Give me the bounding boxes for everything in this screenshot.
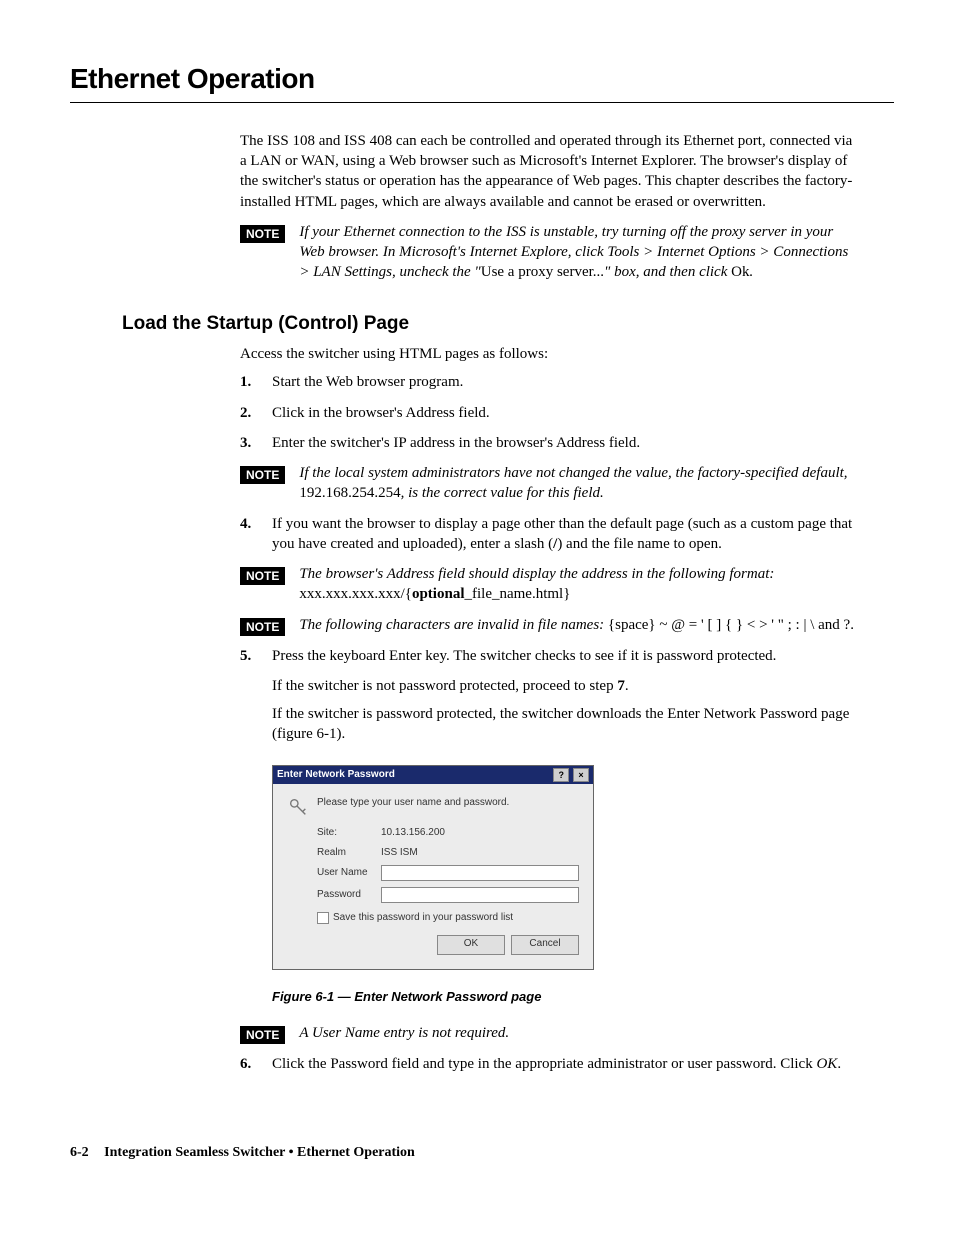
dialog-body: Please type your user name and password.… <box>273 784 593 969</box>
note-2: NOTE If the local system administrators … <box>240 463 854 504</box>
dialog-message: Please type your user name and password. <box>317 796 509 810</box>
steps-list-cont3: 6. Click the Password field and type in … <box>240 1054 854 1074</box>
horizontal-rule <box>70 102 894 103</box>
step-1: 1. Start the Web browser program. <box>240 372 854 392</box>
note-badge: NOTE <box>240 567 285 585</box>
ok-button[interactable]: OK <box>437 935 505 955</box>
cancel-button[interactable]: Cancel <box>511 935 579 955</box>
close-icon[interactable]: × <box>573 768 589 782</box>
dialog-titlebar: Enter Network Password ? × <box>273 766 593 785</box>
step-5: 5. Press the keyboard Enter key. The swi… <box>240 646 854 666</box>
note-body: If your Ethernet connection to the ISS i… <box>299 222 854 283</box>
dialog-title-text: Enter Network Password <box>277 768 395 782</box>
section-heading: Load the Startup (Control) Page <box>122 311 894 337</box>
note-badge: NOTE <box>240 225 285 243</box>
realm-value: ISS ISM <box>381 846 579 860</box>
note-5: NOTE A User Name entry is not required. <box>240 1023 854 1044</box>
checkbox-icon[interactable] <box>317 912 329 924</box>
step-4: 4. If you want the browser to display a … <box>240 514 854 555</box>
site-label: Site: <box>317 826 377 840</box>
password-dialog: Enter Network Password ? × Please type y… <box>272 765 594 970</box>
step-6: 6. Click the Password field and type in … <box>240 1054 854 1074</box>
save-password-checkbox[interactable]: Save this password in your password list <box>317 911 579 925</box>
footer-title: Integration Seamless Switcher • Ethernet… <box>104 1145 415 1160</box>
note-body: The following characters are invalid in … <box>299 615 854 636</box>
note-1: NOTE If your Ethernet connection to the … <box>240 222 854 283</box>
figure-caption: Figure 6-1 — Enter Network Password page <box>272 988 894 1006</box>
keys-icon <box>287 796 309 818</box>
page-footer: 6-2 Integration Seamless Switcher • Ethe… <box>70 1144 894 1163</box>
realm-label: Realm <box>317 846 377 860</box>
username-label: User Name <box>317 866 377 880</box>
note-badge: NOTE <box>240 466 285 484</box>
step-2: 2. Click in the browser's Address field. <box>240 403 854 423</box>
note-body: If the local system administrators have … <box>299 463 854 504</box>
site-value: 10.13.156.200 <box>381 826 579 840</box>
steps-list-cont2: 5. Press the keyboard Enter key. The swi… <box>240 646 854 666</box>
note-4: NOTE The following characters are invali… <box>240 615 854 636</box>
note-3: NOTE The browser's Address field should … <box>240 564 854 605</box>
step-3: 3. Enter the switcher's IP address in th… <box>240 433 854 453</box>
password-input[interactable] <box>381 887 579 903</box>
note-body: A User Name entry is not required. <box>299 1023 854 1044</box>
steps-list-cont: 4. If you want the browser to display a … <box>240 514 854 555</box>
password-label: Password <box>317 888 377 902</box>
section-intro: Access the switcher using HTML pages as … <box>240 344 854 364</box>
note-badge: NOTE <box>240 618 285 636</box>
step5-sub1: If the switcher is not password protecte… <box>272 676 854 696</box>
username-input[interactable] <box>381 865 579 881</box>
chapter-title: Ethernet Operation <box>70 60 894 98</box>
steps-list: 1. Start the Web browser program. 2. Cli… <box>240 372 854 453</box>
dialog-controls: ? × <box>552 768 589 783</box>
intro-paragraph: The ISS 108 and ISS 408 can each be cont… <box>240 131 854 212</box>
help-icon[interactable]: ? <box>553 768 569 782</box>
save-password-label: Save this password in your password list <box>333 911 513 925</box>
step5-sub2: If the switcher is password protected, t… <box>272 704 854 745</box>
page-number: 6-2 <box>70 1145 89 1160</box>
note-body: The browser's Address field should displ… <box>299 564 854 605</box>
note-badge: NOTE <box>240 1026 285 1044</box>
